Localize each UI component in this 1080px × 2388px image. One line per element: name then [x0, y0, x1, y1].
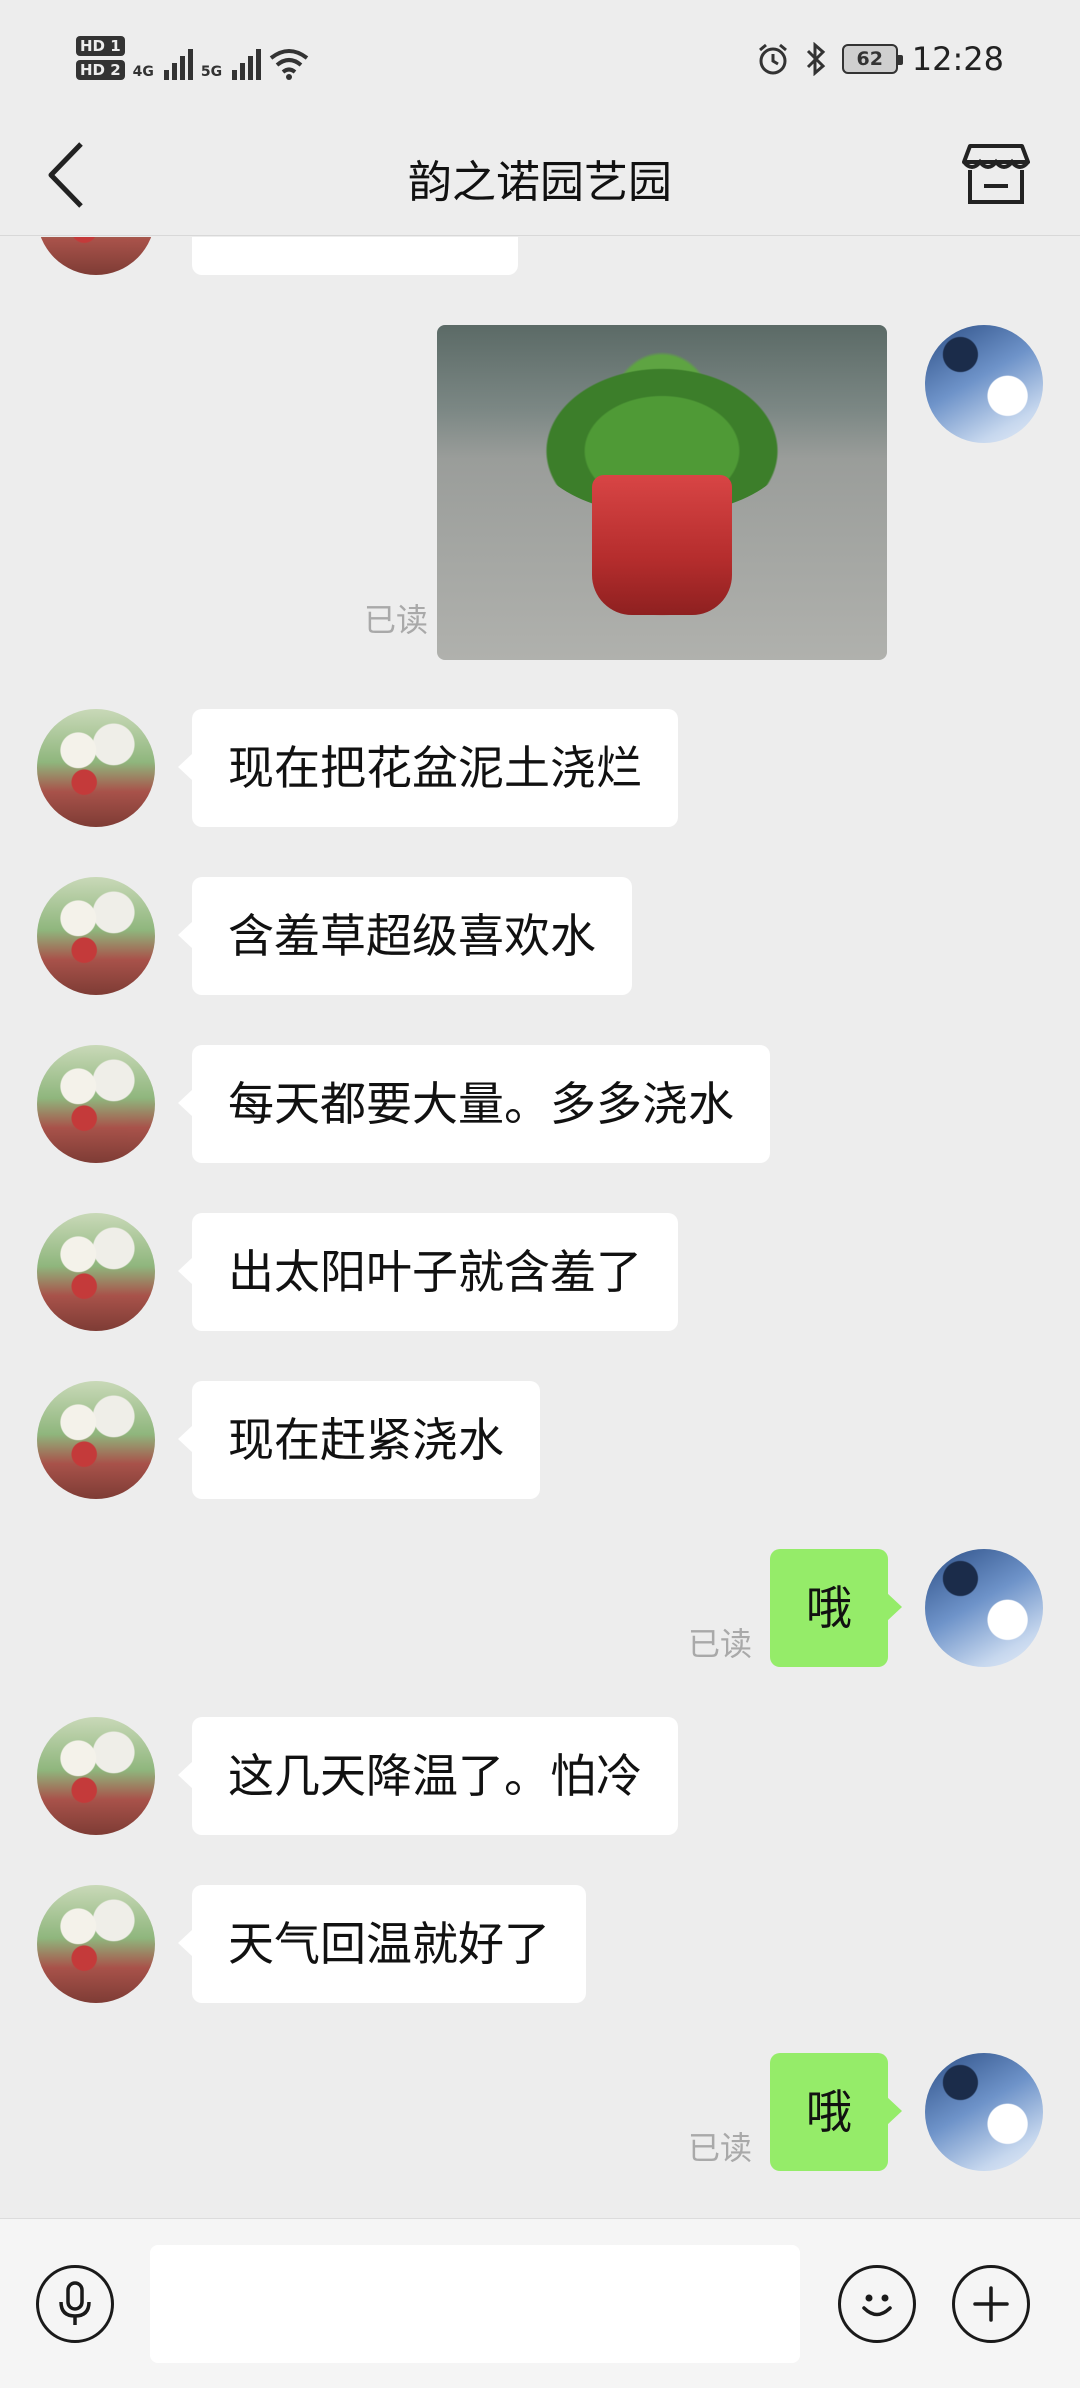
message-bubble[interactable]: 这几天降温了。怕冷 — [178, 1717, 678, 1835]
plus-icon — [973, 2286, 1009, 2322]
message-row — [0, 237, 1080, 277]
page-title: 韵之诺园艺园 — [408, 157, 672, 208]
read-receipt: 已读 — [363, 601, 428, 639]
my-message-bubble[interactable]: 哦 — [770, 1549, 902, 1667]
contact-avatar[interactable] — [37, 877, 155, 995]
contact-avatar[interactable] — [37, 1885, 155, 2003]
message-bubble[interactable]: 每天都要大量。多多浇水 — [178, 1045, 770, 1163]
flower-pot — [592, 475, 732, 615]
alarm-icon — [758, 43, 787, 75]
message-row: 已读 — [0, 325, 1080, 665]
network-5g-label: 5G — [200, 64, 223, 80]
shop-icon — [962, 144, 1030, 204]
my-avatar[interactable] — [925, 325, 1043, 443]
battery-level: 62 — [856, 48, 883, 70]
microphone-icon — [59, 2281, 91, 2325]
smiley-icon — [862, 2294, 892, 2317]
message-row: 天气回温就好了 — [0, 1885, 1080, 2003]
signal-icon — [163, 46, 193, 80]
my-message-bubble[interactable]: 哦 — [770, 2053, 902, 2171]
network-indicators: HD 1 HD 2 4G 5G — [76, 36, 309, 80]
message-bubble[interactable]: 天气回温就好了 — [178, 1885, 586, 2003]
hd1-badge: HD 1 — [76, 36, 125, 56]
contact-avatar[interactable] — [37, 709, 155, 827]
voice-button[interactable] — [36, 2265, 114, 2343]
message-row: 出太阳叶子就含羞了 — [0, 1213, 1080, 1331]
contact-avatar[interactable] — [37, 237, 155, 275]
bluetooth-icon — [806, 42, 825, 76]
contact-avatar[interactable] — [37, 1045, 155, 1163]
message-row: 这几天降温了。怕冷 — [0, 1717, 1080, 1835]
battery-icon: 62 — [841, 44, 903, 74]
my-avatar[interactable] — [925, 1549, 1043, 1667]
message-row: 现在把花盆泥土浇烂 — [0, 709, 1080, 827]
my-avatar[interactable] — [925, 2053, 1043, 2171]
hd2-badge: HD 2 — [76, 60, 125, 80]
message-bubble[interactable]: 含羞草超级喜欢水 — [178, 877, 632, 995]
shop-button[interactable] — [956, 134, 1036, 214]
message-bubble[interactable]: 现在把花盆泥土浇烂 — [178, 709, 678, 827]
signal-icon — [232, 46, 262, 80]
read-receipt: 已读 — [687, 2129, 752, 2167]
contact-avatar[interactable] — [37, 1717, 155, 1835]
status-bar: HD 1 HD 2 4G 5G 62 12:28 — [0, 0, 1080, 120]
contact-avatar[interactable] — [37, 1381, 155, 1499]
message-bubble[interactable] — [192, 237, 518, 275]
message-row: 现在赶紧浇水 — [0, 1381, 1080, 1499]
network-4g-label: 4G — [132, 64, 154, 80]
input-bar — [0, 2218, 1080, 2388]
sent-photo[interactable] — [437, 325, 887, 660]
hd-badges: HD 1 HD 2 — [76, 36, 125, 80]
emoji-button[interactable] — [838, 2265, 916, 2343]
message-bubble[interactable]: 现在赶紧浇水 — [178, 1381, 540, 1499]
message-row: 已读 哦 — [0, 2053, 1080, 2171]
chat-header: 韵之诺园艺园 — [0, 120, 1080, 236]
message-row: 已读 哦 — [0, 1549, 1080, 1667]
contact-avatar[interactable] — [37, 1213, 155, 1331]
wifi-icon — [269, 49, 309, 80]
message-input[interactable] — [150, 2245, 800, 2363]
message-bubble[interactable]: 出太阳叶子就含羞了 — [178, 1213, 678, 1331]
message-row: 每天都要大量。多多浇水 — [0, 1045, 1080, 1163]
message-row: 含羞草超级喜欢水 — [0, 877, 1080, 995]
read-receipt: 已读 — [687, 1625, 752, 1663]
status-right: 62 12:28 — [756, 40, 1004, 78]
more-button[interactable] — [952, 2265, 1030, 2343]
message-list[interactable]: 已读 现在把花盆泥土浇烂 含羞草超级喜欢水 每天都要大量。多多浇水 出太阳叶子就… — [0, 237, 1080, 2217]
status-time: 12:28 — [911, 40, 1004, 78]
